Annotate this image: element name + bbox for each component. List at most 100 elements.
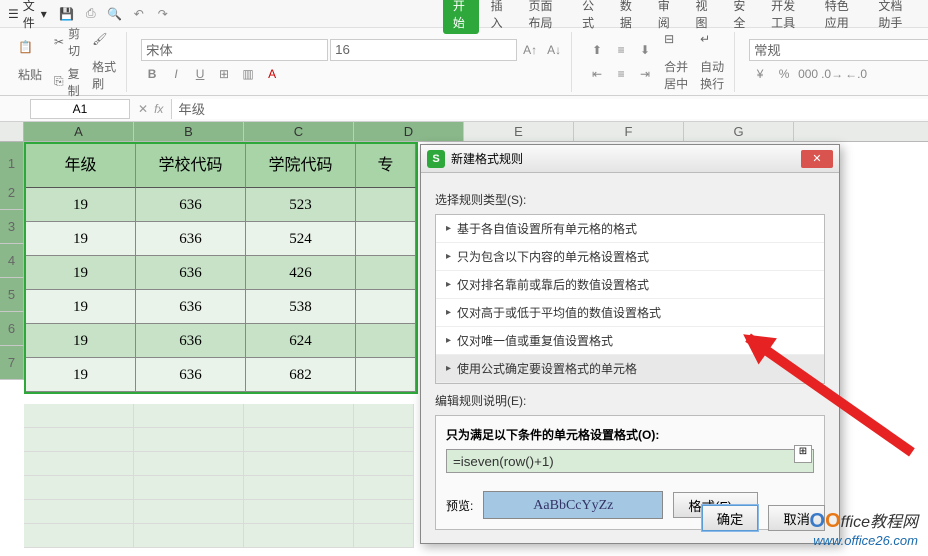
table-cell[interactable]: 636	[136, 222, 246, 256]
save-icon[interactable]: 💾	[59, 6, 75, 22]
table-cell[interactable]: 19	[26, 290, 136, 324]
row-header[interactable]: 4	[0, 244, 24, 278]
table-cell[interactable]	[356, 358, 416, 392]
fx-icon[interactable]: fx	[154, 102, 163, 116]
dialog-titlebar[interactable]: S 新建格式规则 ✕	[421, 145, 839, 173]
tab-page-layout[interactable]: 页面布局	[518, 0, 570, 35]
cancel-edit-icon[interactable]: ✕	[138, 102, 148, 116]
row-header[interactable]: 7	[0, 346, 24, 380]
rule-type-item[interactable]: 使用公式确定要设置格式的单元格	[436, 355, 824, 383]
redo-icon[interactable]: ↷	[155, 6, 171, 22]
rule-type-item[interactable]: 只为包含以下内容的单元格设置格式	[436, 243, 824, 271]
formula-field[interactable]	[446, 449, 814, 473]
tab-doc-helper[interactable]: 文档助手	[868, 0, 920, 35]
table-cell[interactable]: 636	[136, 290, 246, 324]
align-center-icon[interactable]: ≡	[610, 63, 632, 85]
column-header[interactable]: A	[24, 122, 134, 141]
table-header-cell[interactable]: 专	[356, 144, 416, 188]
merge-center-button[interactable]: ⊟ 合并居中	[660, 28, 692, 96]
table-cell[interactable]	[356, 188, 416, 222]
copy-button[interactable]: ⎘复制	[50, 63, 84, 101]
align-left-icon[interactable]: ⇤	[586, 63, 608, 85]
table-cell[interactable]: 682	[246, 358, 356, 392]
table-cell[interactable]: 636	[136, 358, 246, 392]
row-header[interactable]: 5	[0, 278, 24, 312]
align-bottom-icon[interactable]: ⬇	[634, 39, 656, 61]
decrease-decimal-icon[interactable]: ←.0	[845, 63, 867, 85]
formula-input[interactable]	[171, 99, 928, 119]
format-painter-button[interactable]: 🖌 格式刷	[88, 28, 120, 96]
table-cell[interactable]	[356, 256, 416, 290]
row-header[interactable]: 2	[0, 176, 24, 210]
row-header[interactable]: 6	[0, 312, 24, 346]
underline-button[interactable]: U	[189, 63, 211, 85]
tab-special[interactable]: 特色应用	[815, 0, 867, 35]
row-header[interactable]: 3	[0, 210, 24, 244]
table-cell[interactable]: 19	[26, 222, 136, 256]
table-cell[interactable]	[356, 324, 416, 358]
table-cell[interactable]: 636	[136, 324, 246, 358]
ok-button[interactable]: 确定	[702, 505, 759, 531]
table-cell[interactable]: 636	[136, 256, 246, 290]
percent-icon[interactable]: %	[773, 63, 795, 85]
table-cell[interactable]: 636	[136, 188, 246, 222]
increase-decimal-icon[interactable]: .0→	[821, 63, 843, 85]
column-header[interactable]: B	[134, 122, 244, 141]
table-cell[interactable]: 19	[26, 324, 136, 358]
select-all-corner[interactable]	[0, 122, 24, 141]
column-header[interactable]: E	[464, 122, 574, 141]
table-cell[interactable]: 19	[26, 256, 136, 290]
currency-icon[interactable]: ¥	[749, 63, 771, 85]
border-button[interactable]: ⊞	[213, 63, 235, 85]
tab-developer[interactable]: 开发工具	[761, 0, 813, 35]
table-header-cell[interactable]: 年级	[26, 144, 136, 188]
column-header[interactable]: G	[684, 122, 794, 141]
paste-button[interactable]: 📋 粘贴	[14, 36, 46, 87]
tab-insert[interactable]: 插入	[481, 0, 517, 35]
table-header-cell[interactable]: 学院代码	[246, 144, 356, 188]
increase-font-icon[interactable]: A↑	[519, 39, 541, 61]
table-cell[interactable]: 538	[246, 290, 356, 324]
print-icon[interactable]: ⎙	[83, 6, 99, 22]
auto-wrap-button[interactable]: ↵ 自动换行	[696, 28, 728, 96]
name-box[interactable]: A1	[30, 99, 130, 119]
rule-type-item[interactable]: 基于各自值设置所有单元格的格式	[436, 215, 824, 243]
font-name-select[interactable]	[141, 39, 328, 61]
table-cell[interactable]: 426	[246, 256, 356, 290]
number-format-select[interactable]	[749, 39, 928, 61]
column-header[interactable]: F	[574, 122, 684, 141]
table-cell[interactable]: 523	[246, 188, 356, 222]
table-cell[interactable]: 524	[246, 222, 356, 256]
preview-icon[interactable]: 🔍	[107, 6, 123, 22]
table-header-cell[interactable]: 学校代码	[136, 144, 246, 188]
table-cell[interactable]	[356, 222, 416, 256]
table-cell[interactable]: 19	[26, 358, 136, 392]
column-header[interactable]: C	[244, 122, 354, 141]
file-menu[interactable]: ☰ 文件 ▾	[8, 0, 47, 31]
align-middle-icon[interactable]: ≡	[610, 39, 632, 61]
align-right-icon[interactable]: ⇥	[634, 63, 656, 85]
bold-button[interactable]: B	[141, 63, 163, 85]
tab-data[interactable]: 数据	[610, 0, 646, 35]
rule-type-item[interactable]: 仅对高于或低于平均值的数值设置格式	[436, 299, 824, 327]
table-cell[interactable]: 19	[26, 188, 136, 222]
cut-button[interactable]: ✂剪切	[50, 23, 84, 61]
range-picker-icon[interactable]: ⊞	[794, 445, 812, 463]
align-top-icon[interactable]: ⬆	[586, 39, 608, 61]
table-cell[interactable]	[356, 290, 416, 324]
rule-type-item[interactable]: 仅对排名靠前或靠后的数值设置格式	[436, 271, 824, 299]
rule-type-list[interactable]: 基于各自值设置所有单元格的格式 只为包含以下内容的单元格设置格式 仅对排名靠前或…	[435, 214, 825, 384]
comma-icon[interactable]: 000	[797, 63, 819, 85]
fill-color-button[interactable]: ▥	[237, 63, 259, 85]
tab-security[interactable]: 安全	[723, 0, 759, 35]
italic-button[interactable]: I	[165, 63, 187, 85]
tab-formulas[interactable]: 公式	[572, 0, 608, 35]
close-button[interactable]: ✕	[801, 150, 833, 168]
decrease-font-icon[interactable]: A↓	[543, 39, 565, 61]
column-header[interactable]: D	[354, 122, 464, 141]
table-cell[interactable]: 624	[246, 324, 356, 358]
tab-home[interactable]: 开始	[443, 0, 479, 34]
font-size-select[interactable]	[330, 39, 517, 61]
undo-icon[interactable]: ↶	[131, 6, 147, 22]
font-color-button[interactable]: A	[261, 63, 283, 85]
